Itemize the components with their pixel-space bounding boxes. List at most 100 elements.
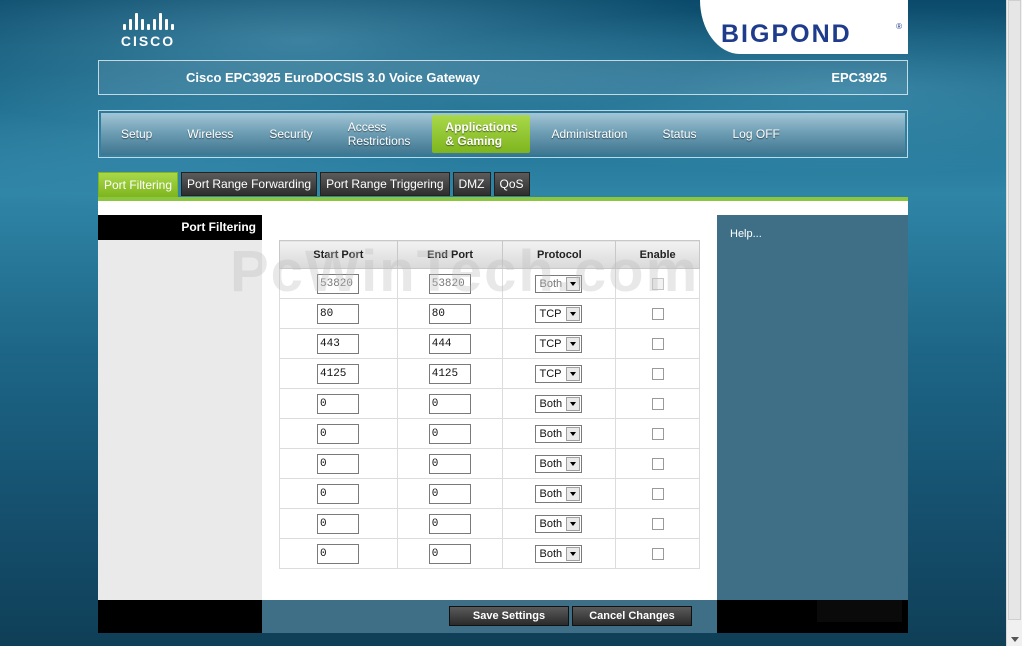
start-port-input[interactable] <box>317 484 359 504</box>
start-port-input[interactable] <box>317 454 359 474</box>
start-port-input[interactable] <box>317 544 359 564</box>
table-row: Both <box>279 508 700 539</box>
main-nav: Setup Wireless Security Access Restricti… <box>98 110 908 158</box>
protocol-select[interactable]: Both <box>535 424 583 443</box>
table-row: Both <box>279 418 700 449</box>
chevron-down-icon <box>566 486 581 501</box>
enable-checkbox[interactable] <box>652 487 665 500</box>
end-port-input[interactable] <box>428 424 471 444</box>
chevron-down-icon <box>566 366 581 381</box>
device-model: EPC3925 <box>831 70 887 85</box>
header-protocol: Protocol <box>502 240 617 269</box>
start-port-input[interactable] <box>317 364 359 384</box>
end-port-input[interactable] <box>428 334 471 354</box>
table-row: Both <box>279 478 700 509</box>
cisco-logo: CISCO <box>113 12 183 52</box>
subtab-qos[interactable]: QoS <box>493 172 530 196</box>
start-port-input[interactable] <box>317 304 359 324</box>
nav-applications-gaming[interactable]: Applications & Gaming <box>432 115 531 153</box>
nav-administration[interactable]: Administration <box>551 115 627 153</box>
start-port-input[interactable] <box>317 424 359 444</box>
subtab-bar: Port Filtering Port Range Forwarding Por… <box>98 172 530 198</box>
end-port-input[interactable] <box>428 544 471 564</box>
protocol-select[interactable]: Both <box>535 394 583 413</box>
enable-checkbox[interactable] <box>652 367 665 380</box>
footer-bar: Save Settings Cancel Changes <box>98 600 908 633</box>
header-start-port: Start Port <box>279 240 398 269</box>
nav-access-restrictions[interactable]: Access Restrictions <box>348 115 411 153</box>
nav-wireless[interactable]: Wireless <box>187 115 233 153</box>
footer-right-box <box>817 600 902 622</box>
end-port-input[interactable] <box>428 274 471 294</box>
chevron-down-icon <box>566 456 581 471</box>
protocol-select[interactable]: Both <box>535 514 583 533</box>
protocol-select[interactable]: TCP <box>535 304 583 323</box>
enable-checkbox[interactable] <box>652 397 665 410</box>
cisco-logo-text: CISCO <box>120 33 176 49</box>
end-port-input[interactable] <box>428 304 471 324</box>
protocol-value: TCP <box>539 367 562 380</box>
end-port-input[interactable] <box>428 364 471 384</box>
enable-checkbox[interactable] <box>652 517 665 530</box>
chevron-down-icon <box>566 306 581 321</box>
enable-checkbox[interactable] <box>652 547 665 560</box>
subtab-port-range-forwarding[interactable]: Port Range Forwarding <box>181 172 318 196</box>
protocol-select[interactable]: Both <box>535 454 583 473</box>
table-row: Both <box>279 538 700 569</box>
help-link[interactable]: Help... <box>730 228 762 240</box>
protocol-select[interactable]: Both <box>535 484 583 503</box>
start-port-input[interactable] <box>317 274 359 294</box>
vertical-scrollbar[interactable] <box>1006 0 1022 646</box>
protocol-select[interactable]: Both <box>535 274 583 293</box>
bigpond-reg-mark: ® <box>896 22 902 31</box>
cancel-changes-button[interactable]: Cancel Changes <box>572 606 692 626</box>
start-port-input[interactable] <box>317 334 359 354</box>
nav-status[interactable]: Status <box>662 115 696 153</box>
protocol-value: TCP <box>539 307 562 320</box>
enable-checkbox[interactable] <box>652 427 665 440</box>
protocol-value: Both <box>539 277 563 290</box>
bigpond-logo-text: BIGPOND <box>721 20 852 48</box>
subtab-port-filtering[interactable]: Port Filtering <box>98 172 179 198</box>
protocol-select[interactable]: TCP <box>535 364 583 383</box>
start-port-input[interactable] <box>317 394 359 414</box>
footer-button-area: Save Settings Cancel Changes <box>262 600 717 633</box>
cisco-bars-icon <box>113 12 183 30</box>
table-header-row: Start Port End Port Protocol Enable <box>279 240 700 269</box>
bigpond-logo: BIGPOND ® <box>700 0 908 54</box>
save-settings-button[interactable]: Save Settings <box>449 606 569 626</box>
port-filtering-panel: Start Port End Port Protocol Enable Both… <box>262 208 717 600</box>
protocol-value: Both <box>539 547 563 560</box>
section-title: Port Filtering <box>98 215 262 240</box>
start-port-input[interactable] <box>317 514 359 534</box>
protocol-select[interactable]: TCP <box>535 334 583 353</box>
protocol-value: Both <box>539 397 563 410</box>
nav-security[interactable]: Security <box>269 115 312 153</box>
enable-checkbox[interactable] <box>652 337 665 350</box>
nav-applications-gaming-line2: & Gaming <box>445 134 503 148</box>
header-enable: Enable <box>615 240 700 269</box>
left-column: Port Filtering <box>98 215 262 600</box>
nav-access-restrictions-line2: Restrictions <box>347 134 411 148</box>
nav-applications-gaming-line1: Applications <box>445 120 518 134</box>
subtab-dmz[interactable]: DMZ <box>452 172 491 196</box>
protocol-select[interactable]: Both <box>535 544 583 563</box>
scrollbar-thumb[interactable] <box>1008 0 1021 620</box>
end-port-input[interactable] <box>428 394 471 414</box>
table-row: Both <box>279 388 700 419</box>
chevron-down-icon <box>566 516 581 531</box>
table-row: TCP <box>279 328 700 359</box>
end-port-input[interactable] <box>428 484 471 504</box>
table-row: Both <box>279 268 700 299</box>
enable-checkbox[interactable] <box>652 307 665 320</box>
enable-checkbox[interactable] <box>652 457 665 470</box>
end-port-input[interactable] <box>428 454 471 474</box>
nav-log-off[interactable]: Log OFF <box>733 115 780 153</box>
protocol-value: Both <box>539 487 563 500</box>
subtab-port-range-triggering[interactable]: Port Range Triggering <box>320 172 450 196</box>
end-port-input[interactable] <box>428 514 471 534</box>
chevron-down-icon <box>566 336 581 351</box>
scroll-down-arrow-icon[interactable] <box>1011 637 1019 642</box>
enable-checkbox[interactable] <box>652 277 665 290</box>
nav-setup[interactable]: Setup <box>121 115 152 153</box>
